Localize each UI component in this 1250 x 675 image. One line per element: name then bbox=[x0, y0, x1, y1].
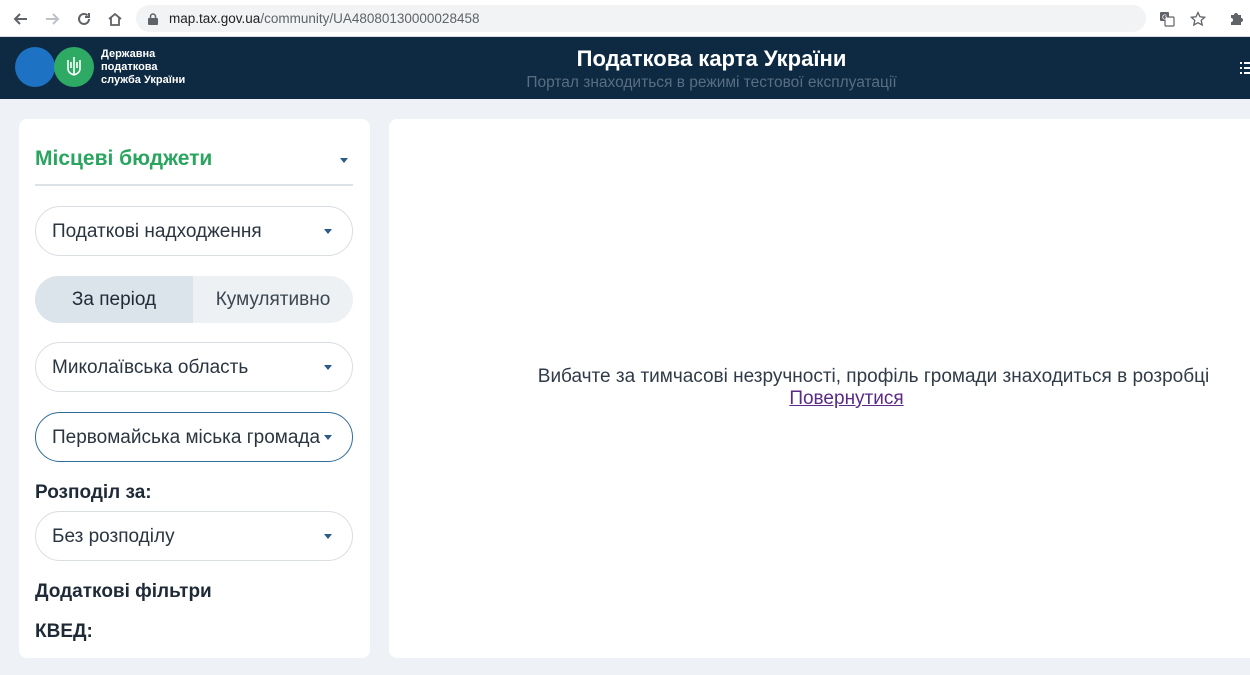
revenue-type-select[interactable]: Податкові надходження bbox=[35, 206, 353, 256]
chevron-down-icon bbox=[324, 365, 332, 370]
distribution-select[interactable]: Без розподілу bbox=[35, 511, 353, 561]
star-icon[interactable] bbox=[1188, 9, 1208, 29]
chevron-down-icon bbox=[324, 435, 332, 440]
url-host: map.tax.gov.ua bbox=[169, 11, 261, 26]
distribution-label: Розподіл за: bbox=[35, 482, 152, 503]
forward-arrow-icon[interactable] bbox=[42, 9, 62, 29]
logo-text[interactable]: Державна податкова служба України bbox=[101, 48, 185, 87]
site-subtitle: Портал знаходиться в режимі тестової екс… bbox=[526, 74, 897, 91]
url-path: /community/UA48080130000028458 bbox=[260, 11, 480, 26]
chevron-down-icon bbox=[324, 229, 332, 234]
period-toggle: За період Кумулятивно bbox=[35, 276, 353, 323]
budget-type-select[interactable]: Місцеві бюджети bbox=[35, 141, 353, 186]
under-construction-message: Вибачте за тимчасові незручності, профіл… bbox=[537, 366, 1210, 387]
community-select[interactable]: Первомайська міська громада bbox=[35, 412, 353, 462]
revenue-type-label: Податкові надходження bbox=[52, 221, 262, 242]
region-select[interactable]: Миколаївська область bbox=[35, 342, 353, 392]
extensions-puzzle-icon[interactable] bbox=[1226, 9, 1246, 29]
logo-line-3: служба України bbox=[101, 74, 186, 86]
site-title: Податкова карта України bbox=[576, 46, 847, 71]
url-text: map.tax.gov.ua/community/UA4808013000002… bbox=[169, 11, 479, 26]
region-label: Миколаївська область bbox=[52, 357, 249, 378]
community-label: Первомайська міська громада bbox=[52, 427, 321, 448]
logo-line-2: податкова bbox=[101, 61, 158, 73]
home-icon[interactable] bbox=[105, 9, 125, 29]
kved-label: КВЕД: bbox=[35, 621, 93, 642]
distribution-value: Без розподілу bbox=[52, 526, 175, 547]
menu-icon[interactable] bbox=[1240, 61, 1250, 80]
chevron-down-icon bbox=[340, 158, 348, 163]
site-header: Державна податкова служба України Податк… bbox=[0, 37, 1250, 99]
address-bar[interactable]: map.tax.gov.ua/community/UA4808013000002… bbox=[136, 5, 1146, 32]
browser-toolbar: map.tax.gov.ua/community/UA4808013000002… bbox=[0, 0, 1250, 37]
svg-text:G: G bbox=[1162, 14, 1167, 22]
lock-icon[interactable] bbox=[148, 12, 158, 30]
back-arrow-icon[interactable] bbox=[11, 9, 31, 29]
trident-icon bbox=[54, 47, 94, 87]
back-link[interactable]: Повернутися bbox=[389, 388, 1250, 410]
additional-filters-heading: Додаткові фільтри bbox=[35, 581, 212, 602]
translate-icon[interactable]: G bbox=[1157, 9, 1177, 29]
main-content: Вибачте за тимчасові незручності, профіл… bbox=[389, 119, 1250, 658]
budget-type-label: Місцеві бюджети bbox=[35, 147, 213, 170]
logo-blue-circle bbox=[15, 47, 55, 87]
period-option-selected[interactable]: За період bbox=[35, 276, 193, 323]
filter-panel: Місцеві бюджети Податкові надходження За… bbox=[19, 119, 370, 658]
chevron-down-icon bbox=[324, 534, 332, 539]
period-option-cumulative[interactable]: Кумулятивно bbox=[193, 276, 353, 323]
logo-line-1: Державна bbox=[101, 48, 156, 60]
reload-icon[interactable] bbox=[74, 9, 94, 29]
